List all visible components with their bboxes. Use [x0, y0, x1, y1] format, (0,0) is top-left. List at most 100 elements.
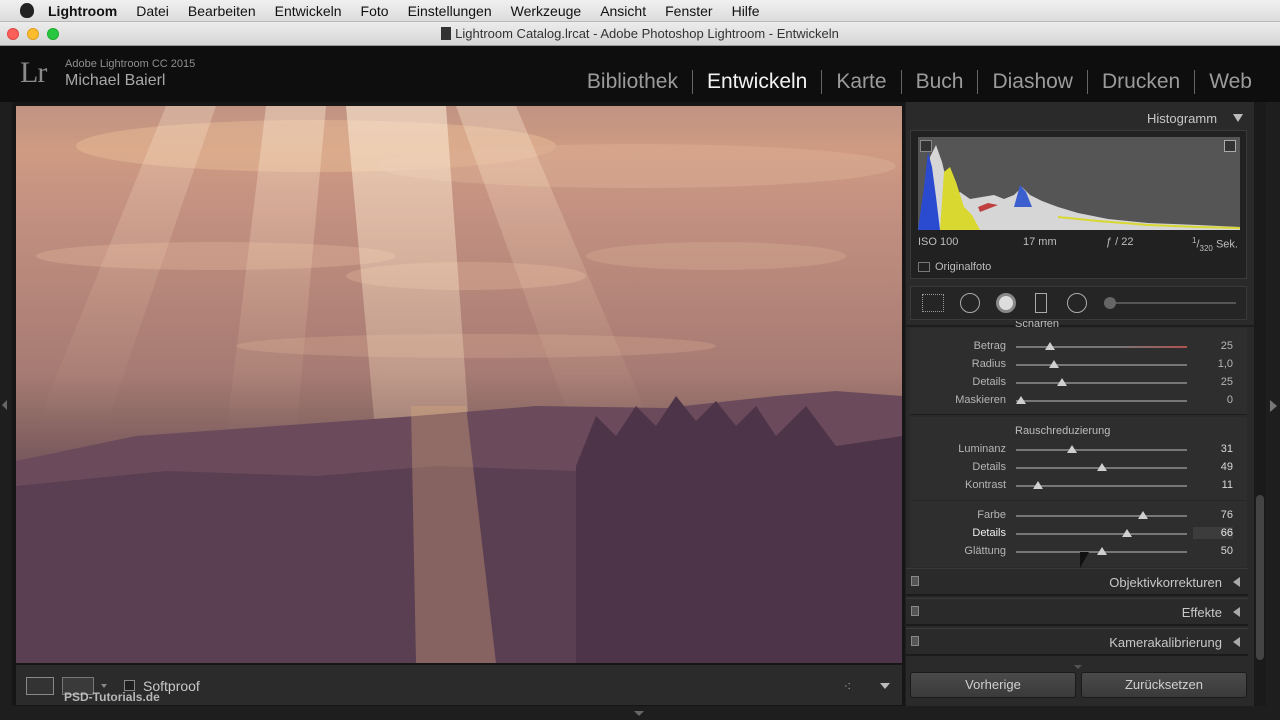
menu-datei[interactable]: Datei: [136, 3, 169, 19]
module-web[interactable]: Web: [1194, 70, 1266, 94]
sharpen-maskieren-slider[interactable]: [1016, 400, 1187, 402]
noise-luminance-luminanz-slider[interactable]: [1016, 449, 1187, 451]
menu-ansicht[interactable]: Ansicht: [600, 3, 646, 19]
module-entwickeln[interactable]: Entwickeln: [691, 70, 821, 94]
histogram-iso: ISO 100: [918, 236, 959, 248]
menu-entwickeln[interactable]: Entwickeln: [275, 3, 342, 19]
sharpen-maskieren-value[interactable]: 0: [1193, 394, 1233, 406]
noise-color-details-slider-thumb[interactable]: [1122, 529, 1133, 537]
menu-werkzeuge[interactable]: Werkzeuge: [511, 3, 582, 19]
camera-calibration-toggle[interactable]: [911, 636, 919, 646]
noise-luminance-details-slider-thumb[interactable]: [1096, 463, 1107, 471]
shadow-clipping-icon[interactable]: [920, 140, 932, 152]
original-photo-label: Originalfoto: [935, 261, 992, 273]
sharpen-maskieren-slider-thumb[interactable]: [1016, 396, 1027, 404]
menu-hilfe[interactable]: Hilfe: [732, 3, 760, 19]
noise-color-glttung-slider-thumb[interactable]: [1096, 547, 1107, 555]
original-photo-checkbox[interactable]: [918, 262, 930, 272]
noise-color-glttung-value[interactable]: 50: [1193, 545, 1233, 557]
panel-scrollbar-thumb[interactable]: [1256, 495, 1264, 660]
menu-bar: Lightroom Datei Bearbeiten Entwickeln Fo…: [0, 0, 1280, 22]
noise-luminance-kontrast-label: Kontrast: [965, 479, 1006, 491]
sharpen-betrag-slider[interactable]: [1016, 346, 1187, 348]
adjustment-brush-icon[interactable]: [1104, 297, 1116, 309]
histogram-collapse-icon[interactable]: [1233, 114, 1243, 122]
minimize-button[interactable]: [27, 28, 39, 40]
brush-size-track[interactable]: [1108, 302, 1236, 304]
mouse-cursor: [1080, 552, 1089, 568]
sharpen-details-value[interactable]: 25: [1193, 376, 1233, 388]
previous-button[interactable]: Vorherige: [910, 672, 1076, 698]
histogram-graph: [918, 145, 1241, 230]
sharpen-details-label: Details: [972, 376, 1006, 388]
highlight-clipping-icon[interactable]: [1224, 140, 1236, 152]
spot-removal-icon[interactable]: [960, 293, 980, 313]
menu-einstellungen[interactable]: Einstellungen: [408, 3, 492, 19]
noise-color-farbe-value[interactable]: 76: [1193, 509, 1233, 521]
noise-luminance-luminanz-value[interactable]: 31: [1193, 443, 1233, 455]
menu-bearbeiten[interactable]: Bearbeiten: [188, 3, 256, 19]
sharpen-betrag-label: Betrag: [973, 340, 1006, 352]
photo-preview[interactable]: [16, 106, 902, 663]
toolbar-options-icon[interactable]: ·:: [844, 680, 851, 692]
landscape-photo: [16, 106, 902, 663]
histogram-focal-length: 17 mm: [1023, 236, 1057, 248]
noise-color-farbe-label: Farbe: [977, 509, 1006, 521]
product-name: Adobe Lightroom CC 2015: [65, 58, 196, 70]
reset-button[interactable]: Zurücksetzen: [1081, 672, 1247, 698]
shutter-unit: Sek.: [1215, 238, 1238, 251]
loupe-view-icon[interactable]: [26, 677, 54, 695]
module-karte[interactable]: Karte: [821, 70, 900, 94]
sharpen-details-slider[interactable]: [1016, 382, 1187, 384]
zoom-button[interactable]: [47, 28, 59, 40]
noise-luminance-details-value[interactable]: 49: [1193, 461, 1233, 473]
sharpen-radius-slider-thumb[interactable]: [1048, 360, 1059, 368]
effects-expand-icon[interactable]: [1233, 607, 1240, 617]
close-button[interactable]: [7, 28, 19, 40]
effects-toggle[interactable]: [911, 606, 919, 616]
module-diashow[interactable]: Diashow: [977, 70, 1087, 94]
noise-luminance-luminanz-slider-thumb[interactable]: [1067, 445, 1078, 453]
sharpen-radius-value[interactable]: 1,0: [1193, 358, 1233, 370]
left-panel-toggle-icon[interactable]: [2, 400, 7, 410]
bottom-panel-toggle-icon[interactable]: [634, 711, 644, 716]
softproof-checkbox[interactable]: [124, 680, 135, 691]
sharpen-details-slider-thumb[interactable]: [1057, 378, 1068, 386]
noise-luminance-details-label: Details: [972, 461, 1006, 473]
noise-color-details-value[interactable]: 66: [1193, 527, 1233, 539]
noise-color-farbe-slider[interactable]: [1016, 515, 1187, 517]
menu-fenster[interactable]: Fenster: [665, 3, 712, 19]
menu-app-name[interactable]: Lightroom: [48, 3, 117, 19]
panel-divider: [906, 325, 1254, 327]
lens-corrections-toggle[interactable]: [911, 576, 919, 586]
noise-color-details-slider[interactable]: [1016, 533, 1187, 535]
noise-luminance-kontrast-slider-thumb[interactable]: [1033, 481, 1044, 489]
crop-tool-icon[interactable]: [922, 294, 944, 312]
radial-filter-icon[interactable]: [1067, 293, 1087, 313]
view-mode-dropdown-icon[interactable]: [101, 684, 107, 688]
noise-luminance-kontrast-value[interactable]: 11: [1193, 479, 1233, 491]
apple-icon[interactable]: [20, 3, 34, 18]
lens-corrections-title[interactable]: Objektivkorrekturen: [1109, 575, 1222, 590]
sharpen-betrag-value[interactable]: 25: [1193, 340, 1233, 352]
noise-luminance-luminanz-label: Luminanz: [958, 443, 1006, 455]
camera-calibration-expand-icon[interactable]: [1233, 637, 1240, 647]
module-buch[interactable]: Buch: [900, 70, 978, 94]
effects-title[interactable]: Effekte: [1182, 605, 1222, 620]
noise-color-farbe-slider-thumb[interactable]: [1137, 511, 1148, 519]
window-title: Lightroom Catalog.lrcat - Adobe Photosho…: [455, 26, 839, 41]
histogram-chart[interactable]: [918, 137, 1241, 230]
right-panel-toggle-icon[interactable]: [1270, 400, 1277, 412]
sharpen-radius-slider[interactable]: [1016, 364, 1187, 366]
module-drucken[interactable]: Drucken: [1086, 70, 1194, 94]
histogram-title[interactable]: Histogramm: [1147, 111, 1217, 126]
toolbar-menu-icon[interactable]: [880, 683, 890, 689]
menu-foto[interactable]: Foto: [361, 3, 389, 19]
sharpen-betrag-slider-thumb[interactable]: [1045, 342, 1056, 350]
module-bibliothek[interactable]: Bibliothek: [573, 70, 692, 94]
red-eye-icon[interactable]: [996, 293, 1016, 313]
noise-color-divider: [912, 500, 1246, 501]
graduated-filter-icon[interactable]: [1035, 293, 1047, 313]
lens-corrections-expand-icon[interactable]: [1233, 577, 1240, 587]
camera-calibration-title[interactable]: Kamerakalibrierung: [1109, 635, 1222, 650]
